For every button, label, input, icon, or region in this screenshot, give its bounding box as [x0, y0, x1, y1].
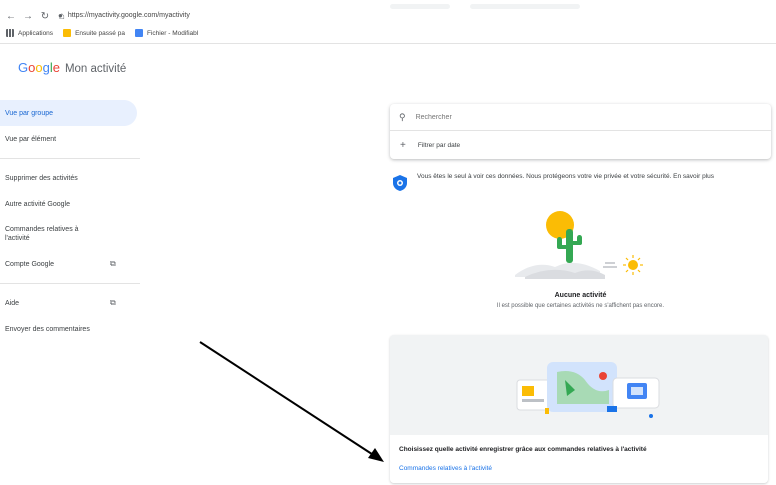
- logo-letter: G: [18, 60, 29, 75]
- promo-footer: Choisissez quelle activité enregistrer g…: [390, 435, 768, 483]
- external-link-icon: ⧉: [110, 298, 116, 307]
- apps-icon: [6, 29, 14, 37]
- bookmark-label: Applications: [18, 29, 54, 37]
- search-card: ⚲ + Filtrer par date: [390, 104, 771, 159]
- sidebar-item-label: Commandes relatives à l'activité: [5, 226, 79, 242]
- sidebar-item-google-account[interactable]: Compte Google ⧉: [0, 251, 140, 277]
- filter-label: Filtrer par date: [417, 142, 461, 149]
- sidebar-divider: [0, 283, 140, 284]
- privacy-text: Vous êtes le seul à voir ces données. No…: [417, 173, 714, 180]
- sidebar-item-label: Autre activité Google: [5, 200, 70, 208]
- shield-icon: [393, 175, 407, 191]
- product-name: Mon activité: [64, 63, 127, 75]
- activity-controls-link[interactable]: Commandes relatives à l'activité: [399, 465, 492, 472]
- folder-icon: [63, 29, 72, 37]
- sidebar-item-help[interactable]: Aide ⧉: [0, 290, 140, 316]
- bookmark-label: Ensuite passé pa: [75, 29, 125, 37]
- sidebar-item-item-view[interactable]: Vue par élément: [0, 126, 140, 152]
- lock-icon: ●: [58, 11, 63, 20]
- sidebar-item-send-feedback[interactable]: Envoyer des commentaires: [0, 316, 140, 342]
- tab-strip-fragment: [470, 4, 580, 9]
- address-bar[interactable]: ● https://myactivity.google.com/myactivi…: [58, 7, 313, 24]
- activity-controls-illustration: [516, 362, 660, 418]
- logo-letter: g: [42, 60, 50, 75]
- filter-by-date-button[interactable]: + Filtrer par date: [390, 132, 771, 159]
- sidebar-item-activity-controls[interactable]: Commandes relatives à l'activité: [0, 217, 140, 251]
- bookmark-document[interactable]: Fichier - Modifiabl: [134, 29, 199, 37]
- sidebar-divider: [0, 158, 140, 159]
- page: ← → ↻ ⌂ ● https://myactivity.google.com/…: [0, 0, 776, 485]
- document-icon: [134, 29, 143, 37]
- logo-letter: o: [35, 60, 43, 75]
- sidebar-item-label: Aide: [5, 299, 20, 307]
- privacy-notice: Vous êtes le seul à voir ces données. No…: [393, 172, 771, 198]
- back-icon[interactable]: ←: [6, 11, 16, 22]
- search-input[interactable]: [415, 113, 716, 121]
- sidebar-item-label: Envoyer des commentaires: [5, 325, 90, 333]
- search-row: ⚲: [390, 104, 771, 131]
- bookmarks-bar: Applications Ensuite passé pa Fichier - …: [6, 27, 198, 39]
- external-link-icon: ⧉: [110, 259, 116, 268]
- logo-letter: e: [52, 60, 60, 75]
- forward-icon[interactable]: →: [23, 11, 33, 22]
- empty-state-title: Aucune activité: [554, 292, 607, 299]
- sidebar-item-other-activity[interactable]: Autre activité Google: [0, 191, 140, 217]
- sidebar-item-label: Supprimer des activités: [5, 174, 78, 182]
- promo-text: Choisissez quelle activité enregistrer g…: [399, 446, 647, 453]
- sidebar-item-group-view[interactable]: Vue par groupe: [0, 100, 137, 126]
- sidebar-item-label: Vue par groupe: [5, 109, 53, 117]
- reload-icon[interactable]: ↻: [40, 11, 50, 22]
- bookmark-label: Fichier - Modifiabl: [146, 29, 199, 37]
- browser-chrome: ← → ↻ ⌂ ● https://myactivity.google.com/…: [0, 0, 776, 44]
- url-text: https://myactivity.google.com/myactivity: [67, 12, 190, 19]
- sidebar-item-label: Vue par élément: [5, 135, 57, 143]
- bookmark-folder[interactable]: Ensuite passé pa: [63, 29, 125, 37]
- empty-state-subtitle: Il est possible que certaines activités …: [496, 303, 665, 309]
- sidebar-item-delete-activity[interactable]: Supprimer des activités: [0, 165, 140, 191]
- activity-controls-promo-card: Choisissez quelle activité enregistrer g…: [390, 335, 768, 483]
- google-logo[interactable]: Google Mon activité: [18, 60, 126, 75]
- plus-icon: +: [400, 140, 406, 151]
- search-icon: ⚲: [399, 111, 406, 122]
- sidebar-item-label: Compte Google: [5, 260, 55, 268]
- bookmark-applications[interactable]: Applications: [6, 29, 53, 37]
- desert-cactus-illustration: [515, 211, 643, 279]
- tab-strip-fragment: [390, 4, 450, 9]
- sidebar: Vue par groupe Vue par élément Supprimer…: [0, 100, 140, 342]
